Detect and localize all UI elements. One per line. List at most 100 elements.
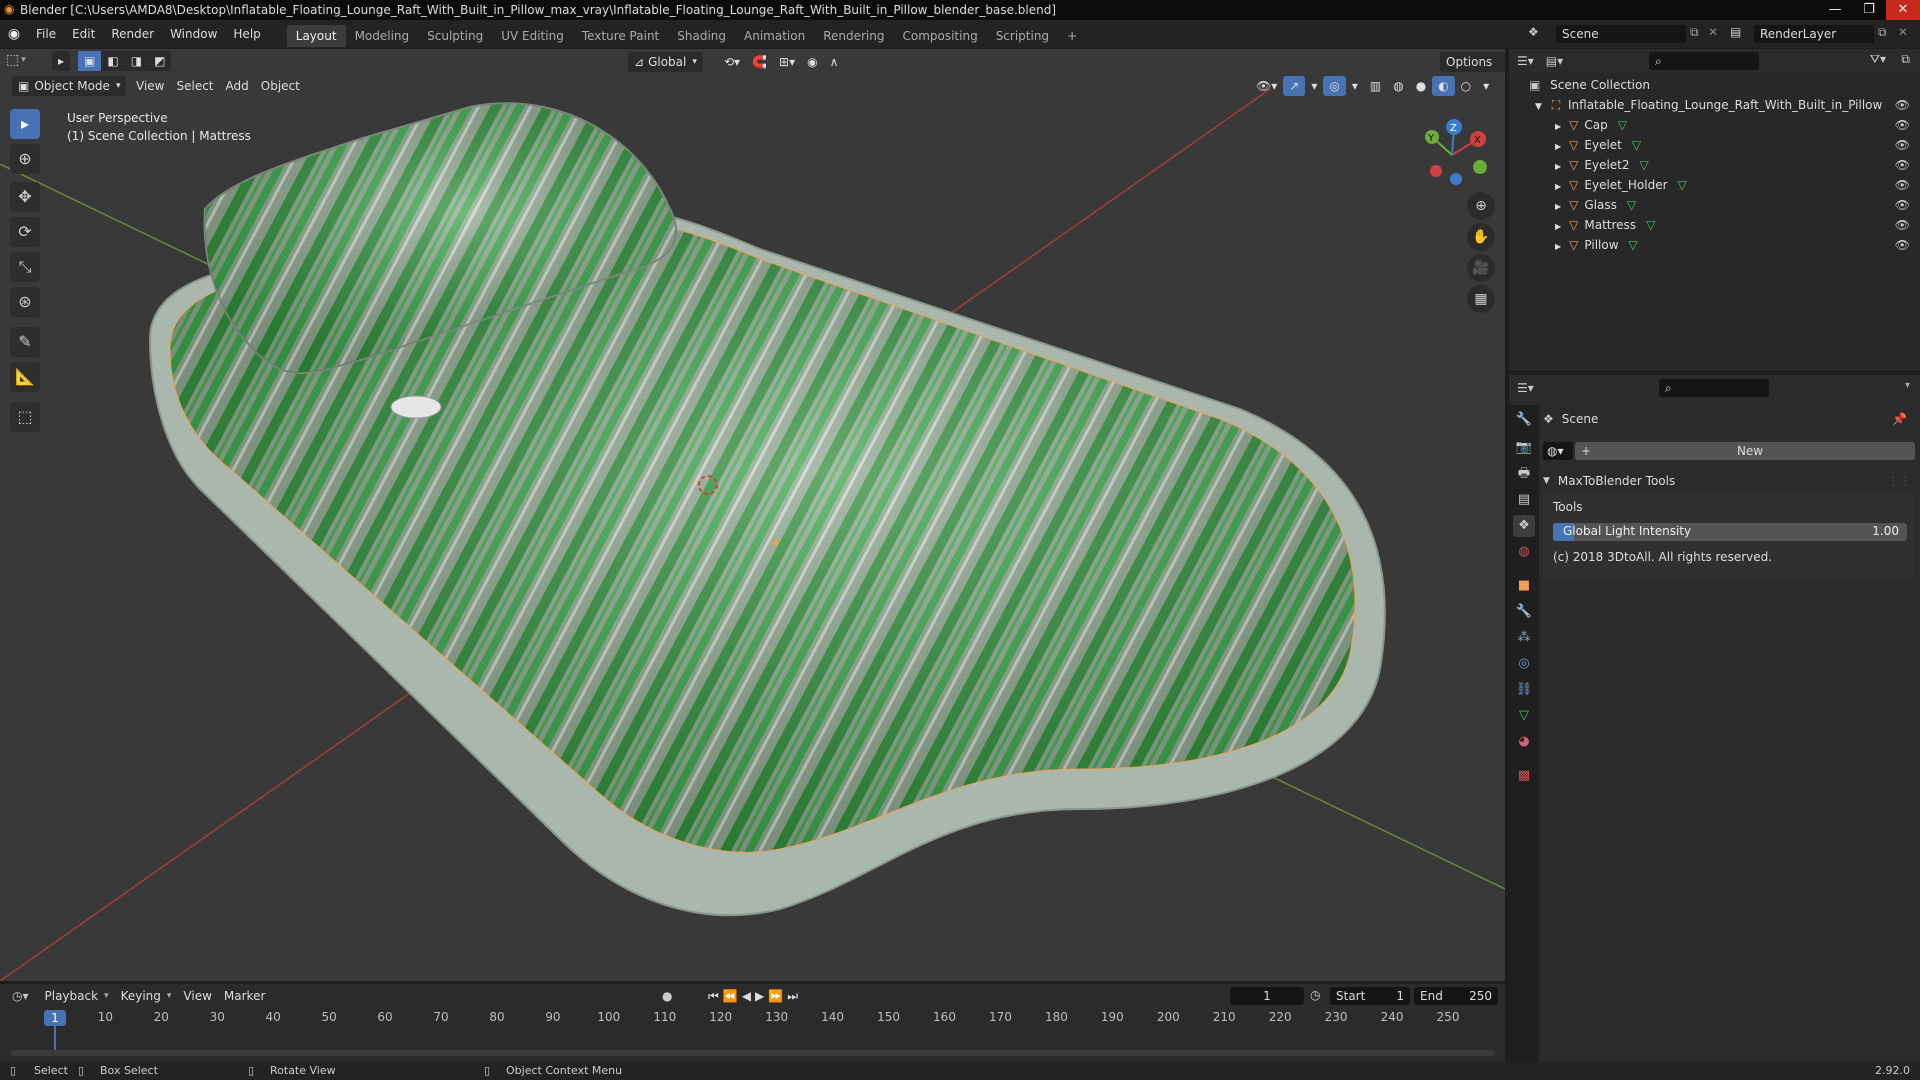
select-invert-icon[interactable]: ◩ [148,51,172,71]
tab-shading[interactable]: Shading [668,25,735,47]
outliner-item-mattress[interactable]: ▶ ▽ Mattress ▽ 👁 [1509,215,1920,235]
global-light-intensity-slider[interactable]: Global Light Intensity 1.00 [1553,523,1907,541]
visibility-eye-icon[interactable]: 👁 [1895,135,1910,155]
tab-layout[interactable]: Layout [286,24,346,47]
scene-selector[interactable]: Scene [1556,25,1686,43]
expand-arrow-icon[interactable]: ▶ [1555,222,1561,231]
viewport-menu-select[interactable]: Select [170,76,219,96]
tab-scripting[interactable]: Scripting [987,25,1058,47]
rendered-shading-icon[interactable]: ○ [1455,76,1477,96]
menu-render[interactable]: Render [103,20,162,48]
perspective-toggle-icon[interactable]: ▦ [1467,285,1495,313]
outliner-editor-icon[interactable]: ☰▾ [1517,54,1534,68]
mesh-data-icon[interactable]: ▽ [1678,178,1687,192]
solid-shading-icon[interactable]: ● [1410,76,1432,96]
select-box-tool[interactable]: ▸ [10,109,40,139]
tab-animation[interactable]: Animation [735,25,814,47]
tab-compositing[interactable]: Compositing [893,25,986,47]
add-cube-tool[interactable]: ⬚ [10,402,40,432]
measure-tool[interactable]: 📐 [10,362,40,392]
visibility-eye-icon[interactable]: 👁 [1895,215,1910,235]
snap-icon[interactable]: 🧲 [746,52,773,72]
gizmo-dropdown-icon[interactable]: ▾ [1305,76,1323,96]
menu-help[interactable]: Help [225,20,268,48]
blender-menu-icon[interactable]: ◉ [0,26,28,42]
outliner-item-cap[interactable]: ▶ ▽ Cap ▽ 👁 [1509,115,1920,135]
new-scene-icon[interactable]: ⧉ [1690,25,1699,40]
properties-options-icon[interactable]: ▾ [1905,380,1910,391]
outliner-scene-collection[interactable]: ▣ Scene Collection [1509,75,1920,95]
panel-collapse-icon[interactable]: ▼ [1543,476,1550,486]
maximize-button[interactable]: ❐ [1852,0,1886,20]
material-shading-icon[interactable]: ◐ [1432,76,1455,96]
data-tab-icon[interactable]: ▽ [1513,705,1535,727]
tool-tab-icon[interactable]: 🔧 [1513,409,1535,431]
properties-editor-icon[interactable]: ☰▾ [1517,381,1534,395]
minimize-button[interactable]: — [1818,0,1852,20]
particles-tab-icon[interactable]: ⁂ [1513,627,1535,649]
playhead-marker[interactable]: 1 [44,1010,66,1026]
select-extend-icon[interactable]: ◧ [101,51,125,71]
visibility-eye-icon[interactable]: 👁 [1895,155,1910,175]
falloff-icon[interactable]: ∧ [824,52,845,72]
mesh-data-icon[interactable]: ▽ [1627,198,1636,212]
mesh-data-icon[interactable]: ▽ [1618,118,1627,132]
timeline-scrollbar[interactable] [10,1050,1495,1056]
visibility-icon[interactable]: 👁▾ [1250,76,1283,96]
collapse-arrow-icon[interactable]: ▼ [1535,102,1542,112]
proportional-edit-icon[interactable]: ◉ [801,52,823,72]
select-new-icon[interactable]: ▣ [78,51,102,71]
world-browse-icon[interactable]: ◍▾ [1543,442,1573,460]
delete-view-layer-icon[interactable]: ✕ [1898,25,1908,39]
wireframe-shading-icon[interactable]: ◍ [1387,76,1409,96]
transform-tool[interactable]: ⊛ [10,287,40,317]
physics-tab-icon[interactable]: ◎ [1513,653,1535,675]
tab-rendering[interactable]: Rendering [814,25,893,47]
rotate-tool[interactable]: ⟳ [10,217,40,247]
pan-hand-icon[interactable]: ✋ [1467,223,1495,251]
visibility-eye-icon[interactable]: 👁 [1895,115,1910,135]
viewport-editor-type[interactable]: ⬚ ▾ [6,52,26,68]
tab-uv-editing[interactable]: UV Editing [492,25,573,47]
visibility-eye-icon[interactable]: 👁 [1895,195,1910,215]
outliner-item-eyelet-holder[interactable]: ▶ ▽ Eyelet_Holder ▽ 👁 [1509,175,1920,195]
outliner-item-eyelet2[interactable]: ▶ ▽ Eyelet2 ▽ 👁 [1509,155,1920,175]
eyelet-mesh[interactable] [390,395,442,419]
texture-tab-icon[interactable]: ▩ [1513,765,1535,787]
menu-window[interactable]: Window [162,20,225,48]
camera-view-icon[interactable]: 🎥 [1467,254,1495,282]
outliner-item-pillow[interactable]: ▶ ▽ Pillow ▽ 👁 [1509,235,1920,255]
visibility-eye-icon[interactable]: 👁 [1895,175,1910,195]
new-view-layer-icon[interactable]: ⧉ [1878,25,1887,40]
mesh-data-icon[interactable]: ▽ [1640,158,1649,172]
overlays-icon[interactable]: ◎ [1323,76,1346,96]
delete-scene-icon[interactable]: ✕ [1708,25,1718,39]
view-layer-selector[interactable]: RenderLayer [1754,25,1874,43]
expand-arrow-icon[interactable]: ▶ [1555,182,1561,191]
object-tab-icon[interactable]: ■ [1513,575,1535,597]
mesh-data-icon[interactable]: ▽ [1646,218,1655,232]
scale-tool[interactable]: ⤡ [10,252,40,282]
visibility-eye-icon[interactable]: 👁 [1895,95,1910,115]
viewport-scene[interactable] [0,49,1505,981]
cursor-tool[interactable]: ⊕ [10,144,40,174]
tab-texture-paint[interactable]: Texture Paint [573,25,668,47]
mesh-data-icon[interactable]: ▽ [1632,138,1641,152]
menu-edit[interactable]: Edit [64,20,103,48]
mode-dropdown[interactable]: ▣ Object Mode ▾ [12,76,127,96]
snap-target-icon[interactable]: ⊞▾ [773,52,801,72]
outliner-collection[interactable]: ▼ ⛶ Inflatable_Floating_Lounge_Raft_With… [1509,95,1920,115]
close-button[interactable]: ✕ [1886,0,1920,20]
zoom-icon[interactable]: ⊕ [1467,192,1495,220]
editor-type-icon[interactable]: ⬚ [6,52,19,68]
outliner-item-glass[interactable]: ▶ ▽ Glass ▽ 👁 [1509,195,1920,215]
properties-search-input[interactable]: ⌕ [1659,379,1769,397]
tab-modeling[interactable]: Modeling [346,25,419,47]
move-tool[interactable]: ✥ [10,182,40,212]
viewport-menu-add[interactable]: Add [220,76,255,96]
visibility-eye-icon[interactable]: 👁 [1895,235,1910,255]
transform-orientation-dropdown[interactable]: ⊿ Global ▾ [628,52,703,72]
expand-arrow-icon[interactable]: ▶ [1555,202,1561,211]
expand-arrow-icon[interactable]: ▶ [1555,242,1561,251]
new-world-button[interactable]: + New [1575,442,1915,460]
